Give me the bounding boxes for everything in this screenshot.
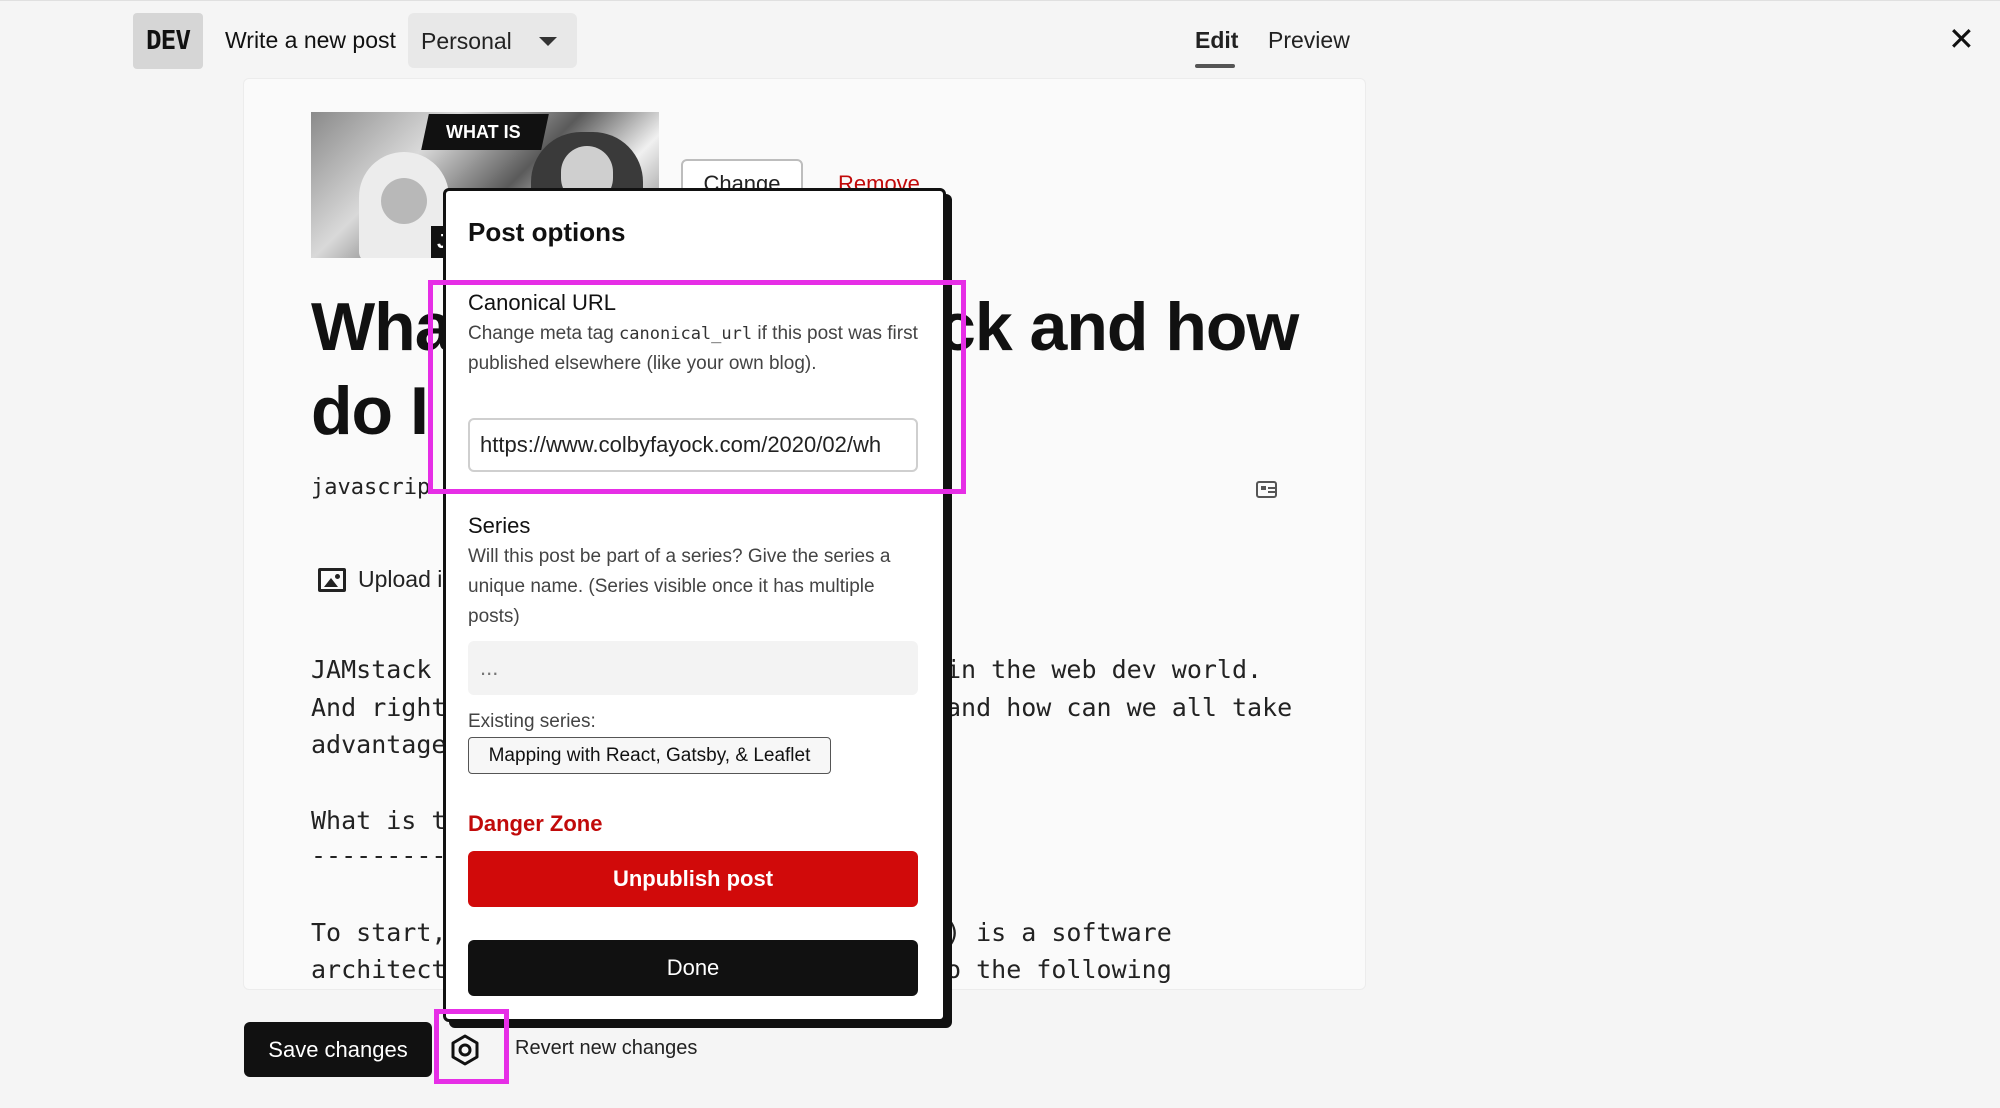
tags-input[interactable]: javascrip [311,475,430,500]
existing-series-label: Existing series: [468,711,596,732]
body-text-line[interactable]: and how can we all take [946,693,1292,722]
canonical-url-label: Canonical URL [468,290,616,315]
danger-zone-heading: Danger Zone [468,811,603,836]
tab-preview[interactable]: Preview [1268,27,1350,54]
dev-logo[interactable]: DEV [133,13,203,69]
body-text-line[interactable]: What is t [311,806,446,835]
page-title: Write a new post [225,27,396,53]
body-text-line[interactable]: advantage [311,730,446,759]
hexagon-gear-icon[interactable] [449,1034,481,1066]
canonical-url-description: Change meta tag canonical_url if this po… [468,323,918,374]
body-text-line[interactable]: And right [311,693,446,722]
active-tab-indicator [1195,64,1235,68]
tab-edit[interactable]: Edit [1195,27,1238,54]
cover-caption: WHAT IS [446,122,521,142]
canonical-url-code: canonical_url [619,324,753,344]
image-icon [318,567,346,592]
canonical-url-input[interactable] [468,418,918,472]
upload-image-button[interactable]: Upload i [318,566,442,593]
id-card-icon[interactable] [1256,481,1277,498]
save-changes-button[interactable]: Save changes [244,1022,432,1077]
body-text-line[interactable]: o the following [946,955,1172,984]
post-options-heading: Post options [468,217,626,247]
body-text-line[interactable]: JAMstack [311,655,431,684]
org-selector-value: Personal [421,28,512,54]
body-text-line[interactable]: in the web dev world. [946,655,1262,684]
series-label: Series [468,513,531,538]
caret-down-icon [539,37,557,46]
close-icon[interactable]: ✕ [1948,23,1975,55]
post-title-fragment: do I [311,373,429,449]
series-input[interactable] [468,641,918,695]
post-title-fragment: Wha [311,289,453,365]
body-text-line[interactable]: --------- [311,841,446,870]
top-bar: DEV Write a new post Personal Edit Previ… [0,0,2000,81]
upload-image-label: Upload i [358,566,443,592]
existing-series-chip[interactable]: Mapping with React, Gatsby, & Leaflet [468,737,831,774]
done-button[interactable]: Done [468,940,918,996]
body-text-line[interactable]: architect [311,955,446,984]
body-text-line[interactable]: ) is a software [946,918,1172,947]
body-text-line[interactable]: To start, [311,918,446,947]
post-title-fragment: ck and how [938,289,1299,365]
org-selector[interactable]: Personal [408,13,577,68]
unpublish-post-button[interactable]: Unpublish post [468,851,918,907]
series-description: Will this post be part of a series? Give… [468,546,891,627]
revert-changes-button[interactable]: Revert new changes [515,1037,697,1060]
